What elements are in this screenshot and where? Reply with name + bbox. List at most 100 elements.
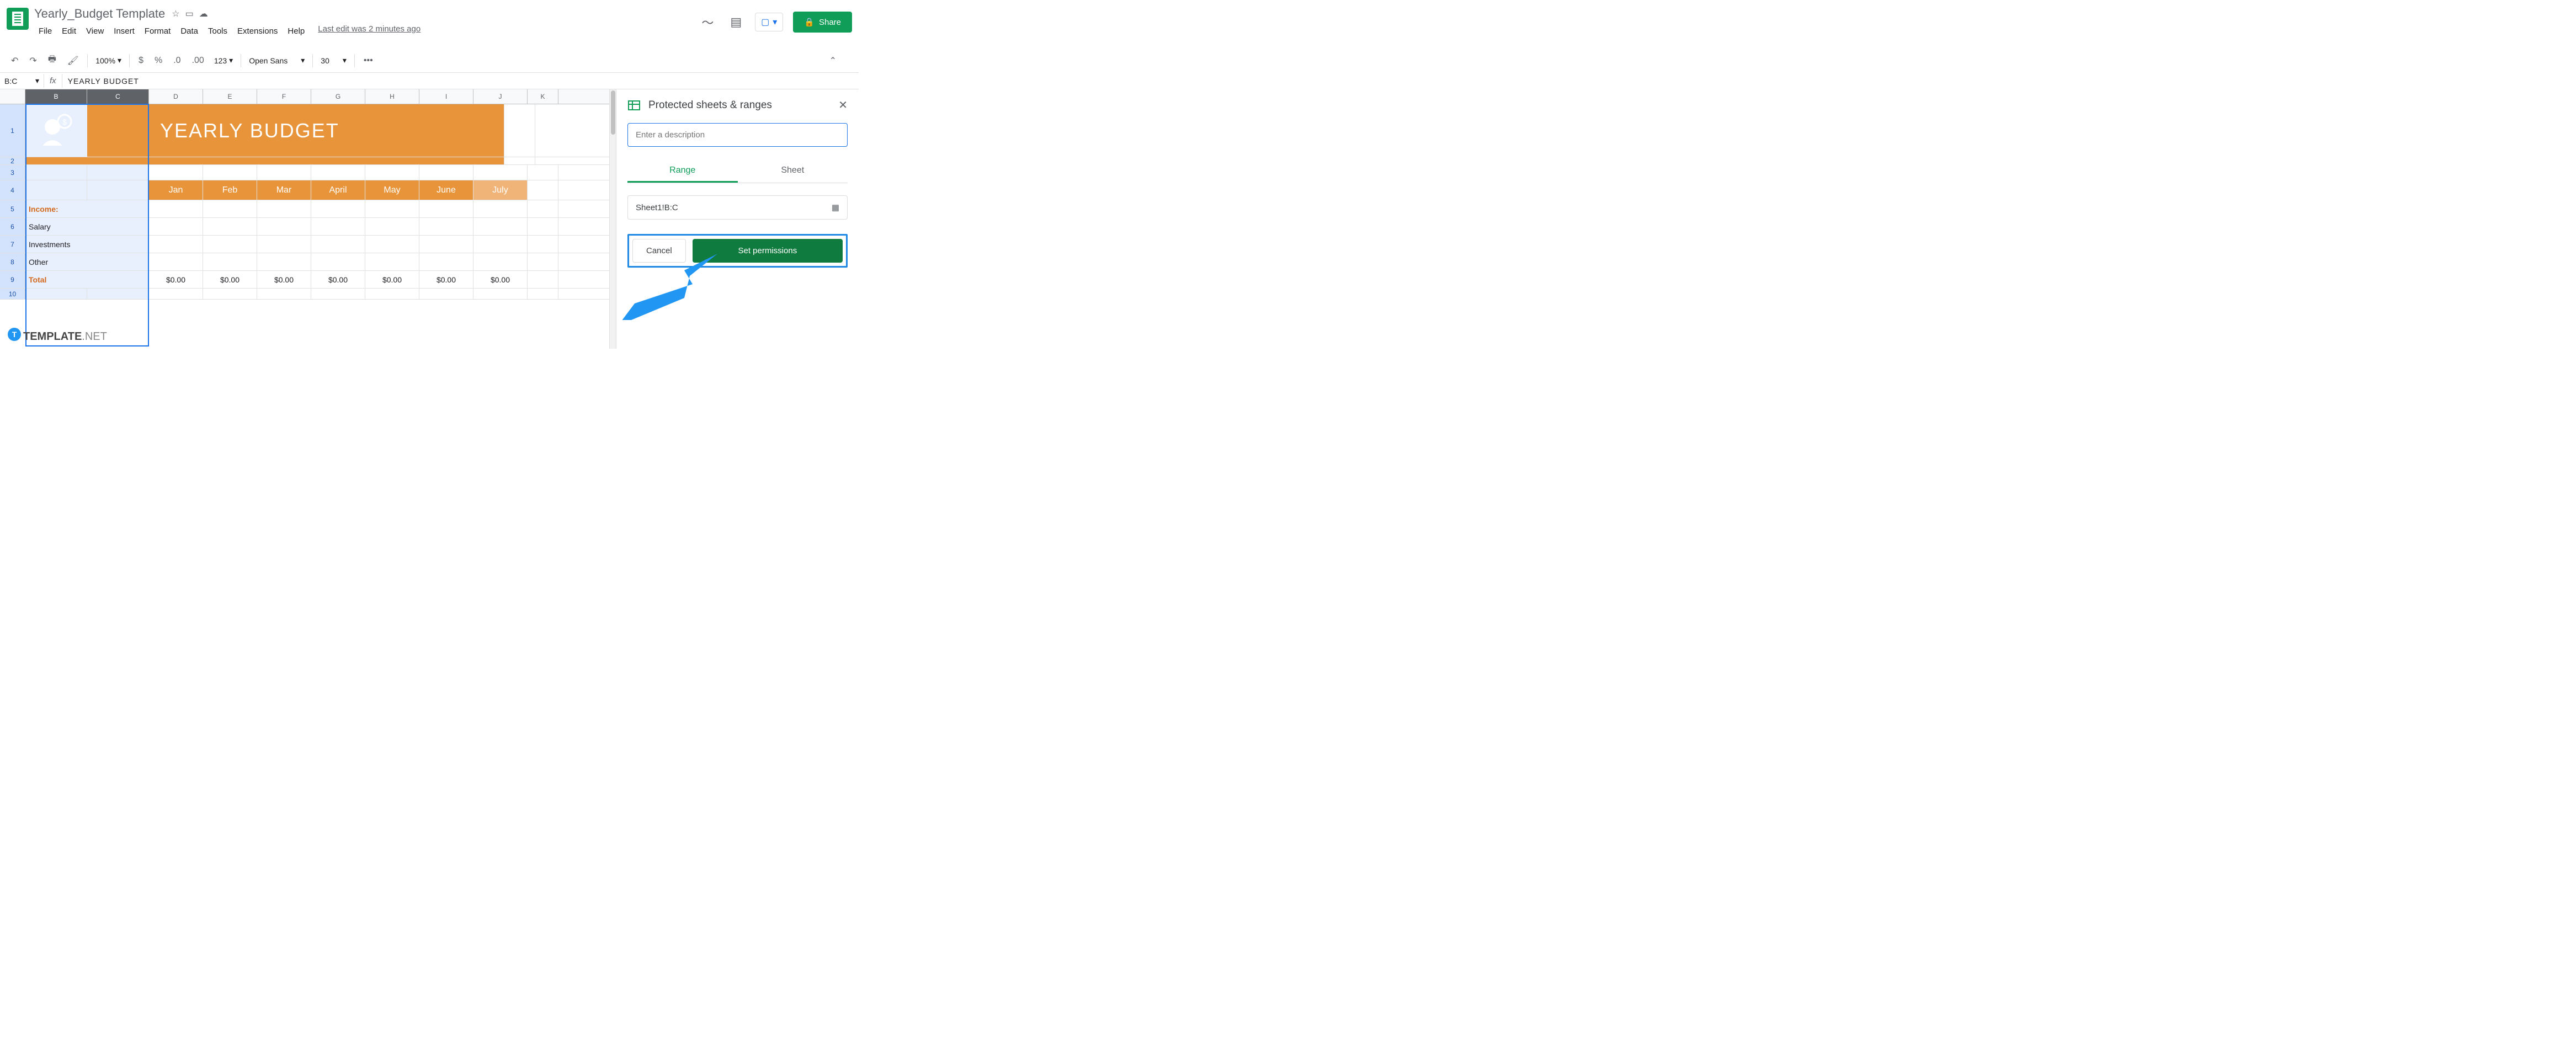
month-feb[interactable]: Feb [203,180,257,200]
menu-data[interactable]: Data [176,24,203,38]
total-mar[interactable]: $0.00 [257,271,311,288]
cell[interactable] [365,253,419,270]
salary-label[interactable]: Salary [25,218,87,235]
cell[interactable] [257,236,311,253]
collapse-toolbar-button[interactable]: ⌃ [825,52,841,70]
column-header-b[interactable]: B [25,89,87,104]
cell[interactable] [203,253,257,270]
total-jul[interactable]: $0.00 [473,271,528,288]
month-may[interactable]: May [365,180,419,200]
column-header-f[interactable]: F [257,89,311,104]
cell[interactable] [149,289,203,299]
column-header-h[interactable]: H [365,89,419,104]
menu-insert[interactable]: Insert [109,24,139,38]
row-header-10[interactable]: 10 [0,289,25,299]
cell[interactable] [311,236,365,253]
cell[interactable] [25,157,87,164]
cell[interactable] [365,218,419,235]
cell[interactable] [149,236,203,253]
cell[interactable] [87,289,149,299]
cell[interactable] [257,218,311,235]
close-icon[interactable]: ✕ [838,98,848,112]
total-feb[interactable]: $0.00 [203,271,257,288]
cell[interactable] [311,253,365,270]
column-header-k[interactable]: K [528,89,558,104]
banner-icon-cell[interactable]: $ [25,104,87,157]
cell[interactable] [25,289,87,299]
cell[interactable] [87,180,149,200]
column-header-e[interactable]: E [203,89,257,104]
cell[interactable] [87,200,149,217]
row-header-5[interactable]: 5 [0,200,25,217]
cell[interactable] [473,289,528,299]
cell[interactable] [473,253,528,270]
menu-tools[interactable]: Tools [204,24,232,38]
cell[interactable] [149,253,203,270]
menu-format[interactable]: Format [140,24,175,38]
cell[interactable] [149,218,203,235]
cell[interactable] [528,253,558,270]
star-icon[interactable]: ☆ [172,8,179,19]
cell[interactable] [419,218,473,235]
cell[interactable] [365,289,419,299]
cell[interactable] [311,200,365,217]
format-dropdown[interactable]: 123▾ [211,54,236,67]
cell[interactable] [528,271,558,288]
cell[interactable] [504,157,535,164]
total-apr[interactable]: $0.00 [311,271,365,288]
more-tools-button[interactable]: ••• [359,52,377,69]
last-edit-link[interactable]: Last edit was 2 minutes ago [318,24,421,38]
cell[interactable] [87,104,149,157]
cell[interactable] [203,200,257,217]
row-header-4[interactable]: 4 [0,180,25,200]
column-header-g[interactable]: G [311,89,365,104]
cell[interactable] [419,236,473,253]
cancel-button[interactable]: Cancel [632,239,686,263]
row-header-1[interactable]: 1 [0,104,25,157]
cell[interactable] [257,289,311,299]
cell[interactable] [528,218,558,235]
month-mar[interactable]: Mar [257,180,311,200]
cell[interactable] [473,200,528,217]
cell[interactable] [87,218,149,235]
month-jun[interactable]: June [419,180,473,200]
row-header-8[interactable]: 8 [0,253,25,270]
total-jun[interactable]: $0.00 [419,271,473,288]
move-icon[interactable]: ▭ [185,8,194,19]
cell[interactable] [528,236,558,253]
cell[interactable] [419,165,473,180]
column-header-j[interactable]: J [473,89,528,104]
spreadsheet-grid[interactable]: B C D E F G H I J K 1 $ YEARLY BUDGET 2 [0,89,609,349]
tab-sheet[interactable]: Sheet [738,160,848,183]
month-jan[interactable]: Jan [149,180,203,200]
other-label[interactable]: Other [25,253,87,270]
total-jan[interactable]: $0.00 [149,271,203,288]
cell[interactable] [257,200,311,217]
comments-icon[interactable]: ▤ [727,12,745,33]
present-button[interactable]: ▢ ▾ [755,13,783,31]
set-permissions-button[interactable]: Set permissions [693,239,843,263]
menu-view[interactable]: View [82,24,108,38]
menu-file[interactable]: File [34,24,56,38]
cell[interactable] [528,289,558,299]
total-may[interactable]: $0.00 [365,271,419,288]
range-input[interactable]: Sheet1!B:C ▦ [627,195,848,220]
cell[interactable] [257,253,311,270]
month-apr[interactable]: April [311,180,365,200]
currency-button[interactable]: $ [134,52,148,69]
cell[interactable] [419,289,473,299]
cell[interactable] [473,165,528,180]
menu-extensions[interactable]: Extensions [233,24,282,38]
increase-decimal-button[interactable]: .00 [188,52,209,69]
month-jul[interactable]: July [473,180,528,200]
undo-button[interactable]: ↶ [7,52,23,70]
column-header-d[interactable]: D [149,89,203,104]
print-button[interactable]: 🖶 [44,50,61,71]
cell[interactable] [87,253,149,270]
cell[interactable] [203,165,257,180]
banner-title[interactable]: YEARLY BUDGET [149,104,504,157]
cell[interactable] [25,180,87,200]
cell[interactable] [87,165,149,180]
total-label[interactable]: Total [25,271,87,288]
cell[interactable] [473,236,528,253]
